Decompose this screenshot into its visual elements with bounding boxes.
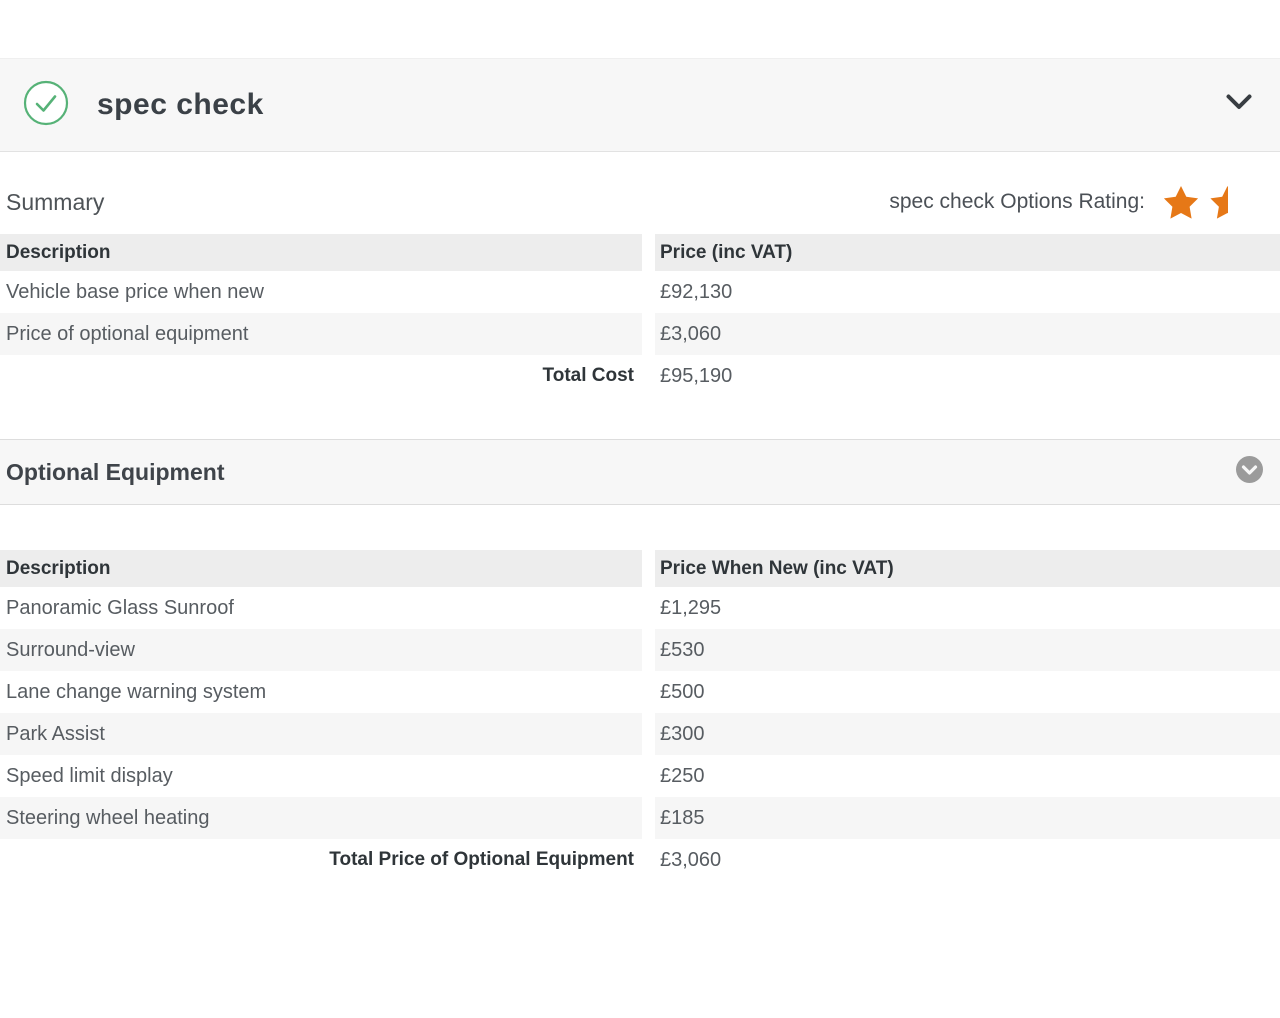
summary-section-head: Summary spec check Options Rating: [0, 152, 1280, 222]
total-optional-equipment-label: Total Price of Optional Equipment [0, 839, 642, 881]
table-row: Price of optional equipment £3,060 [0, 313, 1280, 355]
optional-equipment-heading: Optional Equipment [6, 458, 225, 485]
row-description: Surround-view [0, 629, 642, 671]
row-description: Speed limit display [6, 764, 173, 787]
table-row: Panoramic Glass Sunroof £1,295 [0, 587, 1280, 629]
row-price: £92,130 [660, 280, 733, 303]
spec-check-page: spec check Summary spec check Options Ra… [0, 58, 1280, 881]
page-title: spec check [97, 88, 264, 121]
optional-equipment-header-bar: Optional Equipment [0, 439, 1280, 505]
row-price: £3,060 [655, 313, 1280, 355]
rating-stars [1161, 183, 1228, 221]
total-optional-equipment-value: £3,060 [655, 839, 1280, 881]
column-header-description: Description [0, 550, 642, 587]
row-price: £530 [655, 629, 1280, 671]
row-price: £500 [660, 680, 705, 703]
row-description: Steering wheel heating [0, 797, 642, 839]
row-price: £185 [655, 797, 1280, 839]
column-header-description: Description [0, 234, 642, 271]
row-description: Panoramic Glass Sunroof [6, 596, 234, 619]
column-header-price-when-new: Price When New (inc VAT) [655, 550, 1280, 587]
row-description: Lane change warning system [6, 680, 267, 703]
total-cost-value: £95,190 [655, 355, 1280, 397]
total-optional-equipment-row: Total Price of Optional Equipment £3,060 [0, 839, 1280, 881]
options-rating: spec check Options Rating: [889, 183, 1228, 221]
optional-equipment-table-body: Panoramic Glass Sunroof £1,295 Surround-… [0, 587, 1280, 839]
optional-equipment-table: Description Price When New (inc VAT) Pan… [0, 550, 1280, 881]
row-description: Vehicle base price when new [6, 280, 264, 303]
row-price: £250 [660, 764, 705, 787]
optional-equipment-header-row: Description Price When New (inc VAT) [0, 550, 1280, 587]
table-row: Speed limit display £250 [0, 755, 1280, 797]
table-row: Lane change warning system £500 [0, 671, 1280, 713]
row-price: £300 [655, 713, 1280, 755]
rating-label: spec check Options Rating: [889, 190, 1145, 213]
spec-check-header-bar: spec check [0, 58, 1280, 152]
summary-heading: Summary [6, 188, 105, 215]
summary-table-body: Vehicle base price when new £92,130 Pric… [0, 271, 1280, 355]
table-row: Park Assist £300 [0, 713, 1280, 755]
row-description: Park Assist [0, 713, 642, 755]
column-header-price: Price (inc VAT) [655, 234, 1280, 271]
table-row: Vehicle base price when new £92,130 [0, 271, 1280, 313]
half-star-icon [1210, 186, 1228, 219]
table-row: Steering wheel heating £185 [0, 797, 1280, 839]
check-circle-icon [23, 80, 69, 131]
summary-table-header-row: Description Price (inc VAT) [0, 234, 1280, 271]
total-cost-row: Total Cost £95,190 [0, 355, 1280, 397]
row-price: £1,295 [660, 596, 722, 619]
chevron-down-icon[interactable] [1226, 94, 1252, 116]
summary-table: Description Price (inc VAT) Vehicle base… [0, 234, 1280, 397]
star-icon [1163, 186, 1199, 219]
table-row: Surround-view £530 [0, 629, 1280, 671]
total-cost-label: Total Cost [0, 355, 642, 397]
row-description: Price of optional equipment [0, 313, 642, 355]
collapse-circle-chevron-icon[interactable] [1236, 456, 1263, 488]
